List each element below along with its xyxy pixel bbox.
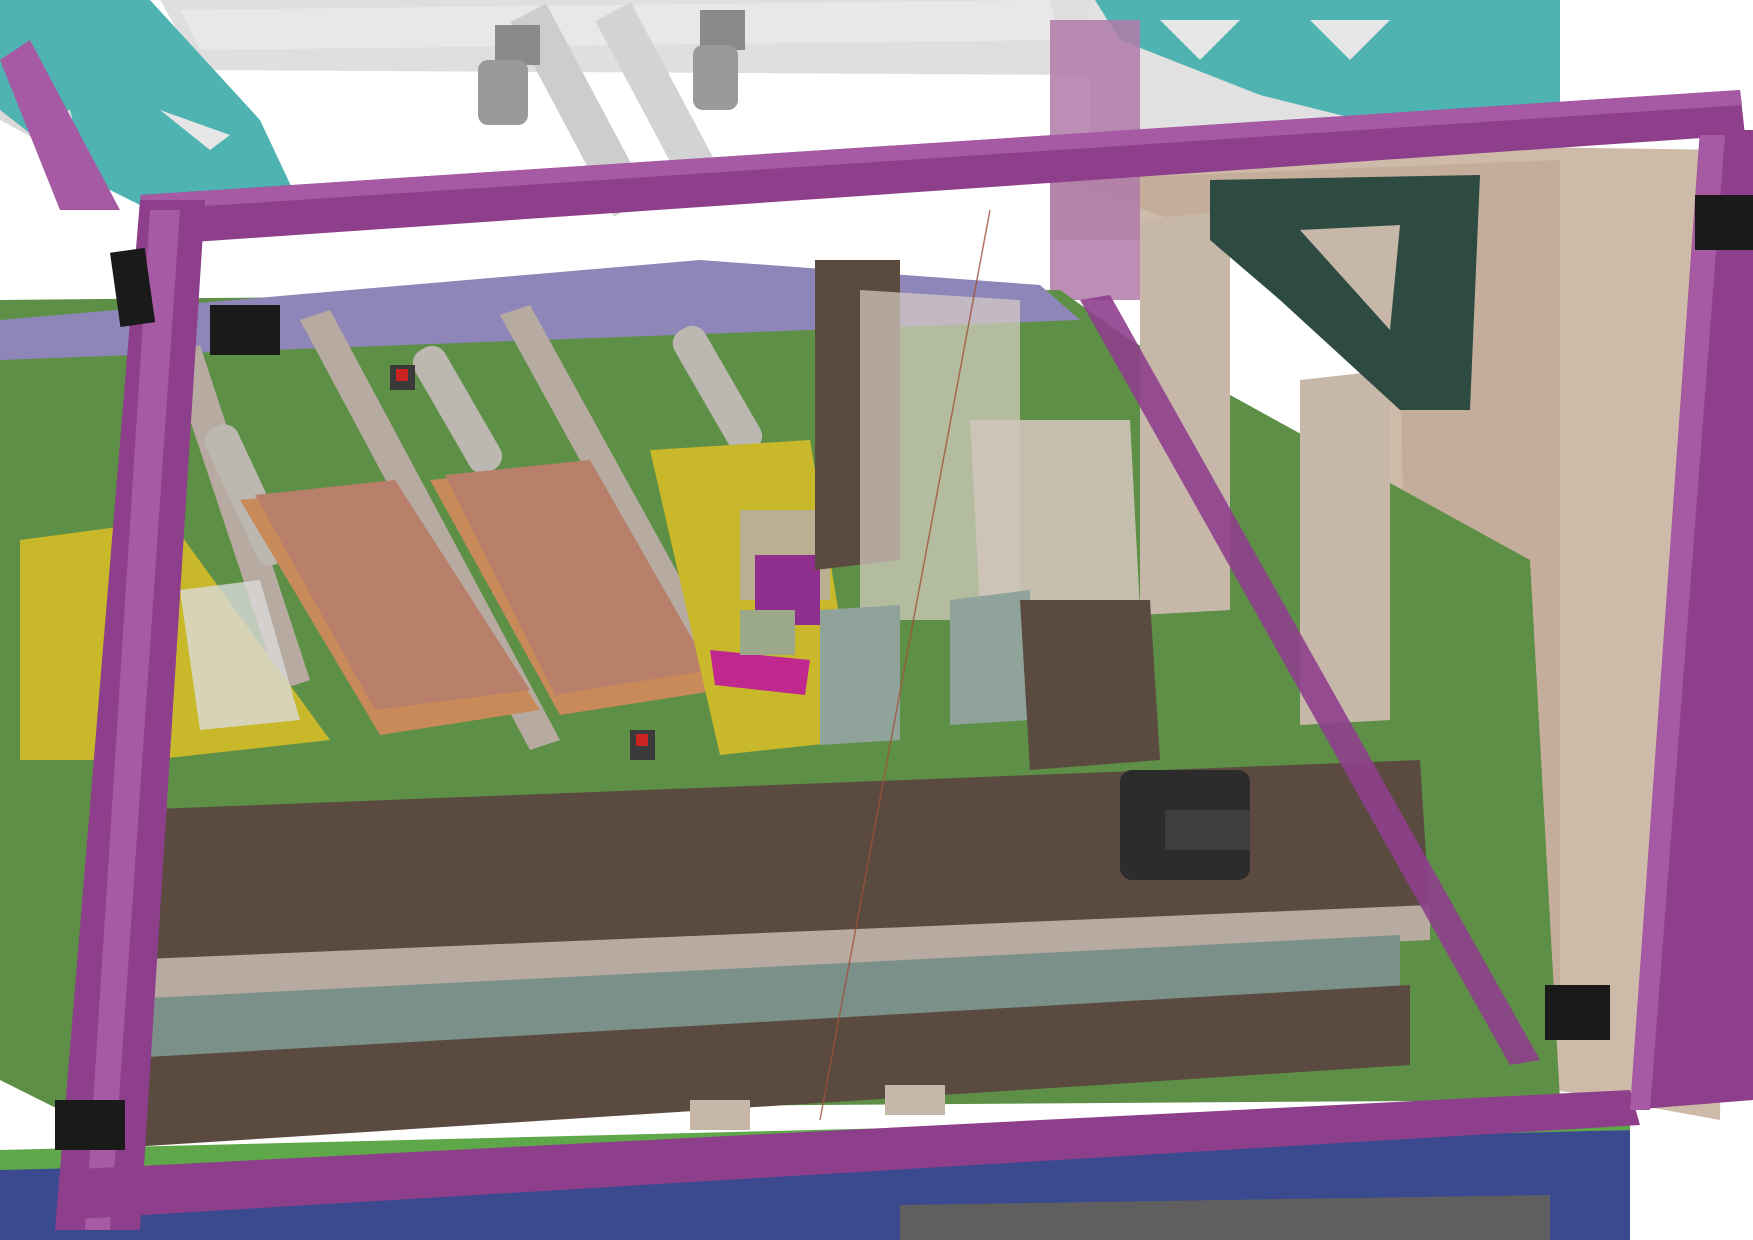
- hinge-bottom-right[interactable]: [1545, 985, 1610, 1040]
- cad-scene: [0, 0, 1753, 1240]
- top-cylinder-right: [693, 10, 745, 110]
- servo-motor[interactable]: [1120, 770, 1250, 880]
- cad-viewport[interactable]: [0, 0, 1753, 1240]
- hinge-top-right[interactable]: [1695, 195, 1753, 250]
- hinge-top-left[interactable]: [210, 305, 280, 355]
- hinge-bottom-left[interactable]: [55, 1100, 125, 1150]
